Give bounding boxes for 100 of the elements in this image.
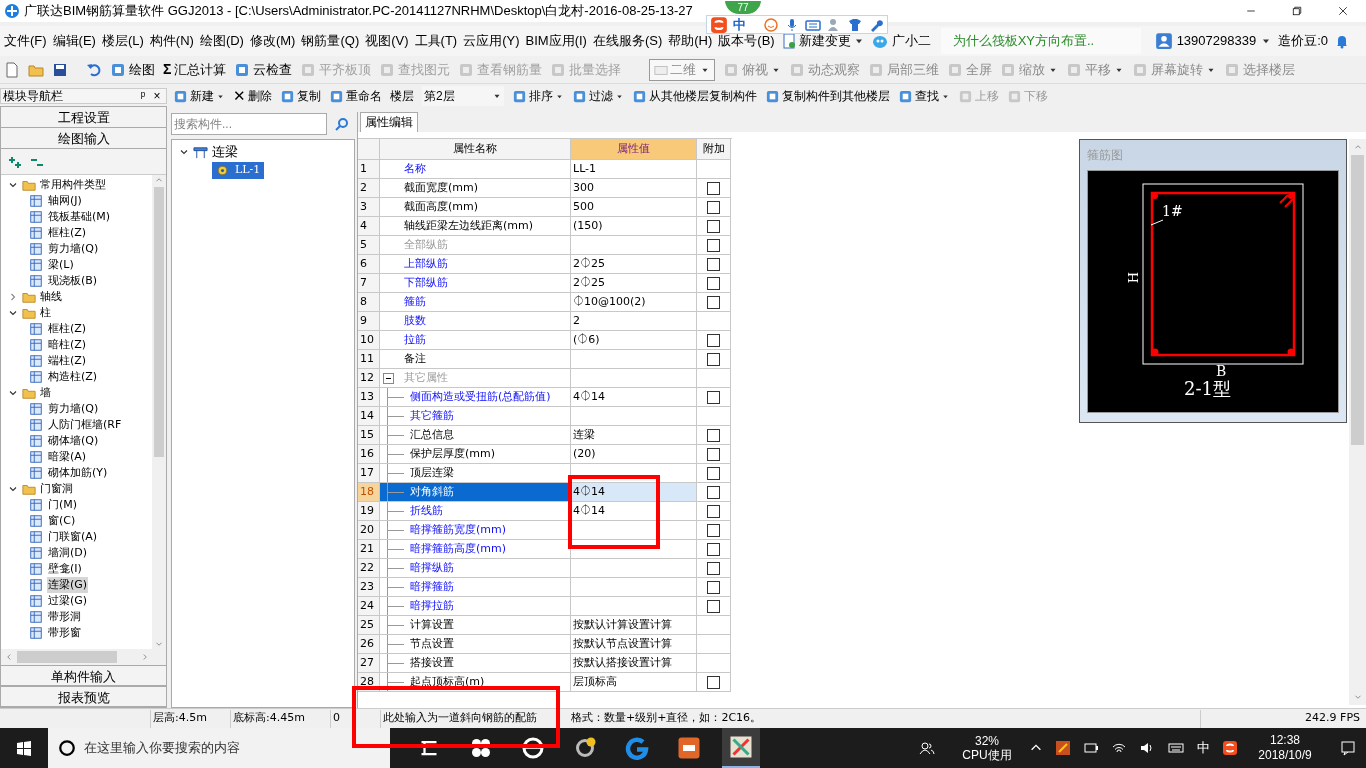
- property-name[interactable]: 暗撑拉筋: [410, 597, 454, 615]
- tree-item[interactable]: 常用构件类型: [39, 176, 107, 194]
- property-name[interactable]: 轴线距梁左边线距离(mm): [404, 217, 533, 235]
- property-value[interactable]: 2: [571, 312, 697, 331]
- tree-item[interactable]: 带形窗: [47, 624, 82, 642]
- tree-item[interactable]: 梁(L): [47, 256, 75, 274]
- taskbar-app[interactable]: [722, 728, 760, 768]
- property-name[interactable]: 箍筋: [404, 293, 426, 311]
- checkbox[interactable]: [707, 181, 720, 195]
- checkbox[interactable]: [707, 238, 720, 252]
- tree-item[interactable]: 现浇板(B): [47, 272, 99, 290]
- account-name[interactable]: 13907298339: [1176, 31, 1257, 51]
- tree-item[interactable]: 框柱(Z): [47, 320, 88, 338]
- property-value[interactable]: 连梁: [571, 426, 697, 445]
- property-name[interactable]: 下部纵筋: [404, 274, 448, 292]
- tree-item[interactable]: 门(M): [47, 496, 79, 514]
- toolbar-button[interactable]: 排序: [512, 87, 564, 105]
- toolbar-button[interactable]: 重命名: [329, 87, 382, 105]
- search-field[interactable]: 在这里输入你要搜索的内容: [48, 728, 390, 768]
- property-name[interactable]: 备注: [404, 350, 426, 368]
- clock-date[interactable]: 2018/10/9: [1258, 748, 1312, 763]
- property-name[interactable]: 上部纵筋: [404, 255, 448, 273]
- checkbox[interactable]: [707, 580, 720, 594]
- tree-item[interactable]: 墙: [39, 384, 52, 402]
- toolbar-button[interactable]: 过滤: [572, 87, 624, 105]
- menu-item[interactable]: 钢筋量(Q): [301, 31, 360, 51]
- property-value[interactable]: 2⏀25: [571, 255, 697, 274]
- toolbar-button[interactable]: 复制: [280, 87, 321, 105]
- property-name[interactable]: 截面高度(mm): [404, 198, 478, 216]
- property-name[interactable]: 暗撑箍筋高度(mm): [410, 540, 506, 558]
- search-field[interactable]: 搜索构件...: [171, 113, 327, 135]
- tree-item[interactable]: 带形洞: [47, 608, 82, 626]
- menu-item[interactable]: 文件(F): [4, 31, 47, 51]
- module-button[interactable]: 单构件输入: [1, 665, 166, 686]
- column-header[interactable]: 属性名称: [380, 139, 571, 160]
- property-name[interactable]: 肢数: [404, 312, 426, 330]
- checkbox[interactable]: [707, 333, 720, 347]
- column-header[interactable]: 属性值: [571, 139, 697, 160]
- property-name[interactable]: 顶层连梁: [410, 464, 454, 482]
- property-name[interactable]: 折线筋: [410, 502, 443, 520]
- checkbox[interactable]: [707, 504, 720, 518]
- property-value[interactable]: 500: [571, 198, 697, 217]
- menu-item[interactable]: 广小二: [891, 31, 931, 51]
- property-value[interactable]: 按默认节点设置计算: [571, 635, 697, 654]
- property-value[interactable]: (⏀6): [571, 331, 697, 350]
- checkbox[interactable]: [707, 599, 720, 613]
- property-name[interactable]: 暗撑箍筋: [410, 578, 454, 596]
- menu-item[interactable]: 编辑(E): [52, 31, 96, 51]
- tree-item[interactable]: 框柱(Z): [47, 224, 88, 242]
- menu-item[interactable]: 帮助(H): [668, 31, 713, 51]
- property-value[interactable]: 4⏀14: [571, 502, 697, 521]
- checkbox[interactable]: [707, 276, 720, 290]
- view-mode-dropdown[interactable]: 二维: [649, 58, 716, 81]
- property-name[interactable]: 起点顶标高(m): [410, 673, 485, 691]
- checkbox[interactable]: [707, 675, 720, 689]
- tree-item[interactable]: 窗(C): [47, 512, 77, 530]
- scrollbar[interactable]: [152, 175, 166, 649]
- scroll-thumb[interactable]: [154, 187, 164, 457]
- property-name[interactable]: 暗撑箍筋宽度(mm): [410, 521, 506, 539]
- menu-item[interactable]: 新建变更: [798, 31, 851, 51]
- property-name[interactable]: 侧面构造或受扭筋(总配筋值): [410, 388, 551, 406]
- tree-item[interactable]: 人防门框墙(RF: [47, 416, 123, 434]
- checkbox[interactable]: [707, 257, 720, 271]
- collapse-toggle[interactable]: [383, 372, 394, 384]
- tab[interactable]: 属性编辑: [360, 112, 418, 132]
- property-name[interactable]: 节点设置: [410, 635, 454, 653]
- property-name[interactable]: 汇总信息: [410, 426, 454, 444]
- checkbox[interactable]: [707, 561, 720, 575]
- property-name[interactable]: 暗撑纵筋: [410, 559, 454, 577]
- property-value[interactable]: 300: [571, 179, 697, 198]
- property-value[interactable]: 4⏀14: [571, 388, 697, 407]
- ime-indicator[interactable]: 中: [1197, 738, 1210, 758]
- property-value[interactable]: 按默认计算设置计算: [571, 616, 697, 635]
- tree-item[interactable]: LL-1: [212, 161, 265, 179]
- clock-time[interactable]: 12:38: [1270, 733, 1300, 748]
- tree-item[interactable]: 剪力墙(Q): [47, 240, 100, 258]
- toolbar-button[interactable]: 复制构件到其他楼层: [765, 87, 890, 105]
- property-name[interactable]: 搭接设置: [410, 654, 454, 672]
- property-value[interactable]: 2⏀25: [571, 274, 697, 293]
- property-name[interactable]: 拉筋: [404, 331, 426, 349]
- tree-item[interactable]: 暗柱(Z): [47, 336, 88, 354]
- menu-item[interactable]: 在线服务(S): [592, 31, 663, 51]
- tree-item[interactable]: 筏板基础(M): [47, 208, 112, 226]
- checkbox[interactable]: [707, 523, 720, 537]
- tree-item[interactable]: 轴网(J): [47, 192, 83, 210]
- toolbar-button[interactable]: 云检查: [234, 59, 293, 80]
- property-name[interactable]: 保护层厚度(mm): [410, 445, 495, 463]
- property-value[interactable]: (150): [571, 217, 697, 236]
- property-value[interactable]: (20): [571, 445, 697, 464]
- scrollbar[interactable]: [1349, 139, 1366, 705]
- checkbox[interactable]: [707, 428, 720, 442]
- property-name[interactable]: 名称: [404, 160, 426, 178]
- menu-item[interactable]: 构件(N): [149, 31, 194, 51]
- menu-item[interactable]: 视图(V): [365, 31, 409, 51]
- checkbox[interactable]: [707, 219, 720, 233]
- toolbar-button[interactable]: 绘图: [110, 59, 155, 80]
- tree-item[interactable]: 墙洞(D): [47, 544, 89, 562]
- toolbar-button[interactable]: 从其他楼层复制构件: [632, 87, 757, 105]
- floor-dropdown[interactable]: 第2层: [422, 86, 504, 106]
- news-link[interactable]: 为什么筏板XY方向布置..: [940, 28, 1141, 54]
